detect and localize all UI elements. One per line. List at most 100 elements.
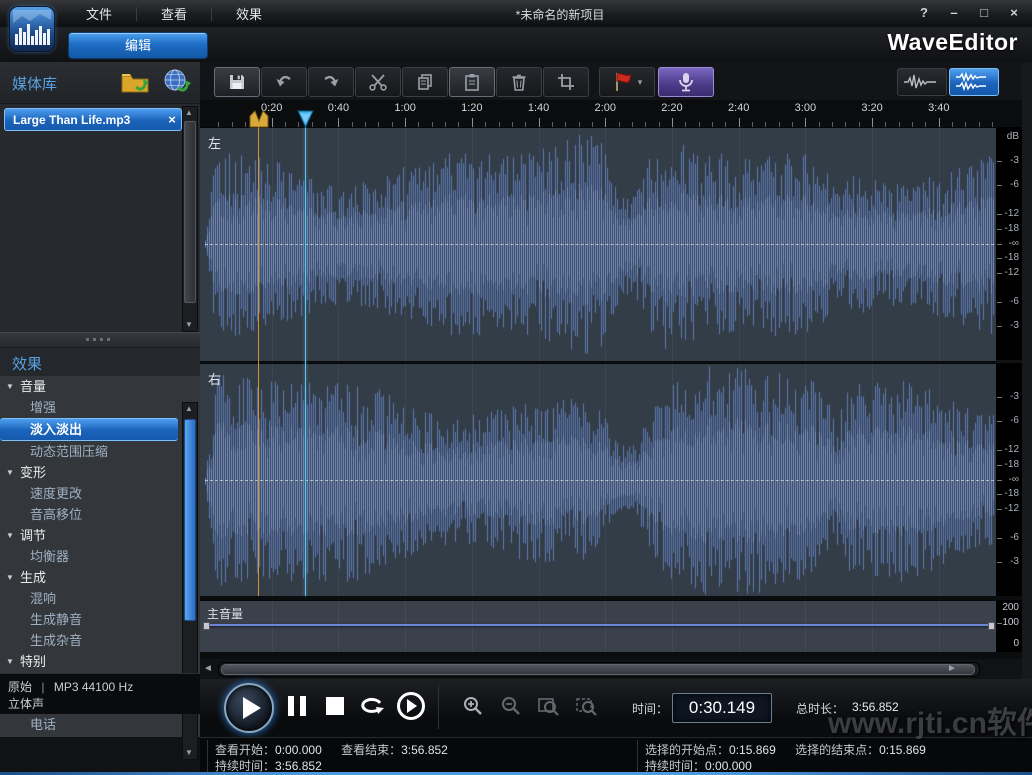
horizontal-scrollbar[interactable]: ◄ ► [200,659,996,679]
db-tick-label: -18 [1005,252,1019,263]
trim-button[interactable] [543,67,589,97]
record-button[interactable] [658,67,714,97]
media-list-scrollbar[interactable]: ▲ ▼ [182,106,198,332]
timeline-tick [739,118,740,127]
timeline-label: 3:00 [795,102,816,114]
left-channel-panel[interactable]: 左 [200,127,996,362]
zoom-out-button[interactable] [496,692,526,720]
db-tick [997,161,1002,162]
effects-item[interactable]: 淡入淡出 [0,418,178,441]
menu-item-0[interactable]: 文件 [62,0,136,28]
flag-marker-button[interactable]: ▾ [599,67,655,97]
effects-item[interactable]: 均衡器 [0,546,200,567]
save-button[interactable] [214,67,260,97]
time-display[interactable]: 0:30.149 [672,693,772,723]
scroll-down-icon[interactable]: ▼ [183,319,195,331]
scroll-right-icon[interactable]: ► [944,661,960,677]
cut-button[interactable] [355,67,401,97]
format-separator: | [35,680,50,694]
master-volume-track[interactable]: 主音量 [200,600,996,654]
grid-line [805,601,806,653]
scroll-up-icon[interactable]: ▲ [183,107,195,119]
volume-scale-label: 0 [1013,638,1019,649]
play-button[interactable] [224,683,274,733]
effects-item[interactable]: 动态范围压缩 [0,441,200,462]
undo-button[interactable] [261,67,307,97]
timeline-label: 2:40 [728,102,749,114]
flag-dropdown-icon[interactable]: ▾ [638,77,643,88]
scroll-left-icon[interactable]: ◄ [200,661,216,677]
db-tick [997,302,1002,303]
effects-group-label: 生成 [20,570,46,585]
panel-splitter[interactable] [0,332,200,348]
hscroll-thumb[interactable] [221,664,975,675]
single-wave-view-toggle[interactable] [897,68,947,96]
envelope-handle[interactable] [988,622,995,630]
channel-mode: 立体声 [8,695,44,712]
effects-scroll-thumb[interactable] [184,419,196,621]
timeline-label: 3:40 [928,102,949,114]
help-button[interactable]: ? [914,4,934,21]
format-info: MP3 44100 Hz [54,680,133,694]
effects-group[interactable]: ▼特别 [0,651,200,672]
effects-group[interactable]: ▼调节 [0,525,200,546]
effects-item[interactable]: 增强 [0,397,200,418]
volume-envelope-line[interactable] [205,624,991,626]
menu-item-1[interactable]: 查看 [137,0,211,28]
db-tick-label: -18 [1005,488,1019,499]
title-bar: 文件查看效果 *未命名的新项目 ? – □ × [0,0,1032,28]
effects-group[interactable]: ▼变形 [0,462,200,483]
playhead-icon[interactable] [297,110,314,133]
selection-cursor-line [258,127,259,596]
db-tick-label: -3 [1010,320,1019,331]
format-status: 原始 | MP3 44100 Hz 立体声 [0,673,200,714]
envelope-handle[interactable] [203,622,210,630]
effects-item[interactable]: 生成静音 [0,609,200,630]
grid-line [472,601,473,653]
stop-button[interactable] [320,692,350,720]
db-tick-label: -3 [1010,155,1019,166]
media-list: Large Than Life.mp3 × ▲ ▼ [0,104,200,332]
scroll-down-icon[interactable]: ▼ [183,747,195,759]
copy-button[interactable] [402,67,448,97]
db-tick [997,397,1002,398]
right-channel-panel[interactable]: 右 [200,363,996,598]
zoom-fit-button[interactable] [572,692,602,720]
import-web-icon[interactable] [162,68,194,101]
maximize-button[interactable]: □ [974,4,994,21]
zoom-selection-button[interactable] [534,692,564,720]
effects-item[interactable]: 速度更改 [0,483,200,504]
effects-item[interactable]: 音高移位 [0,504,200,525]
play-selection-button[interactable] [396,692,426,720]
scroll-up-icon[interactable]: ▲ [183,403,195,415]
delete-button[interactable] [496,67,542,97]
effects-item[interactable]: 电话 [0,714,200,735]
sidebar: 媒体库 [0,62,201,735]
timeline-ruler[interactable]: 0:200:401:001:201:402:002:202:403:003:20… [200,100,1032,127]
selection-marker-icon[interactable] [249,109,269,133]
zero-line [205,244,994,245]
effects-item[interactable]: 生成杂音 [0,630,200,651]
import-file-icon[interactable] [120,68,152,101]
media-item-close-icon[interactable]: × [163,112,181,127]
menu-item-2[interactable]: 效果 [212,0,286,28]
effects-group[interactable]: ▼生成 [0,567,200,588]
pause-button[interactable] [282,692,312,720]
chevron-down-icon: ▼ [6,651,14,672]
master-volume-scale: 2001000 [996,600,1022,652]
grid-line [872,601,873,653]
redo-button[interactable] [308,67,354,97]
paste-button[interactable] [449,67,495,97]
db-tick-label: -6 [1010,415,1019,426]
effects-group[interactable]: ▼音量 [0,376,200,397]
effects-item[interactable]: 混响 [0,588,200,609]
close-button[interactable]: × [1004,4,1024,21]
dual-wave-view-toggle[interactable] [949,68,999,96]
media-item-selected[interactable]: Large Than Life.mp3 × [4,108,182,131]
loop-button[interactable] [357,692,387,720]
minimize-button[interactable]: – [944,4,964,21]
grid-line [338,601,339,653]
zoom-in-button[interactable] [458,692,488,720]
media-scroll-thumb[interactable] [184,121,196,303]
tab-edit[interactable]: 编辑 [68,32,208,59]
